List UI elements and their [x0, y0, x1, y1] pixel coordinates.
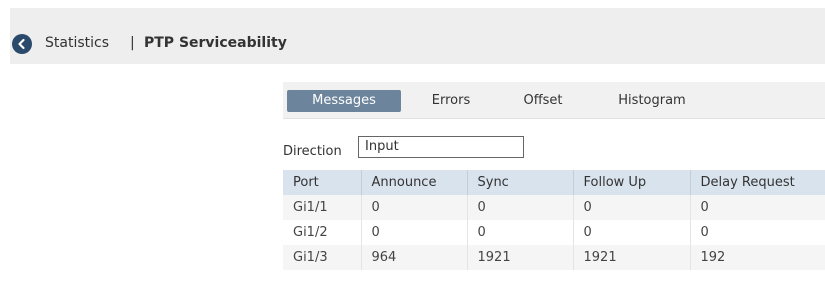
table-row: Gi1/3 964 1921 1921 192: [283, 245, 825, 270]
column-header-delay-request: Delay Request: [690, 170, 825, 195]
breadcrumb: Statistics | PTP Serviceability: [10, 24, 825, 64]
direction-label: Direction: [283, 144, 342, 159]
direction-row: Direction Input: [283, 136, 825, 166]
column-header-follow-up: Follow Up: [573, 170, 691, 195]
cell-port: Gi1/1: [283, 195, 362, 220]
cell-delay-request: 0: [690, 220, 825, 245]
chevron-left-icon: [18, 38, 25, 50]
cell-delay-request: 0: [690, 195, 825, 220]
cell-follow-up: 0: [573, 220, 691, 245]
cell-delay-request: 192: [690, 245, 825, 270]
column-header-port: Port: [283, 170, 362, 195]
table-row: Gi1/2 0 0 0 0: [283, 220, 825, 245]
ptp-messages-table: Port Announce Sync Follow Up Delay Reque…: [283, 170, 825, 270]
cell-port: Gi1/3: [283, 245, 362, 270]
cell-announce: 964: [361, 245, 468, 270]
table-row: Gi1/1 0 0 0 0: [283, 195, 825, 220]
direction-select[interactable]: Input: [358, 136, 524, 158]
column-header-announce: Announce: [361, 170, 468, 195]
tab-offset[interactable]: Offset: [513, 90, 573, 112]
cell-announce: 0: [361, 195, 468, 220]
tab-strip: Messages Errors Offset Histogram: [283, 82, 825, 119]
cell-announce: 0: [361, 220, 468, 245]
ptp-panel: Messages Errors Offset Histogram Directi…: [283, 82, 825, 289]
cell-port: Gi1/2: [283, 220, 362, 245]
column-header-sync: Sync: [467, 170, 574, 195]
breadcrumb-separator: |: [130, 35, 135, 51]
table-header-row: Port Announce Sync Follow Up Delay Reque…: [283, 170, 825, 195]
page-title: PTP Serviceability: [144, 35, 287, 51]
cell-sync: 0: [467, 220, 574, 245]
cell-follow-up: 1921: [573, 245, 691, 270]
cell-sync: 0: [467, 195, 574, 220]
cell-follow-up: 0: [573, 195, 691, 220]
header-bar: Statistics | PTP Serviceability: [10, 8, 825, 64]
direction-select-value: Input: [365, 139, 399, 154]
back-button[interactable]: [12, 34, 32, 54]
cell-sync: 1921: [467, 245, 574, 270]
tab-histogram[interactable]: Histogram: [607, 90, 697, 112]
breadcrumb-parent-link[interactable]: Statistics: [45, 35, 109, 51]
tab-errors[interactable]: Errors: [418, 90, 484, 112]
tab-messages[interactable]: Messages: [287, 90, 401, 112]
